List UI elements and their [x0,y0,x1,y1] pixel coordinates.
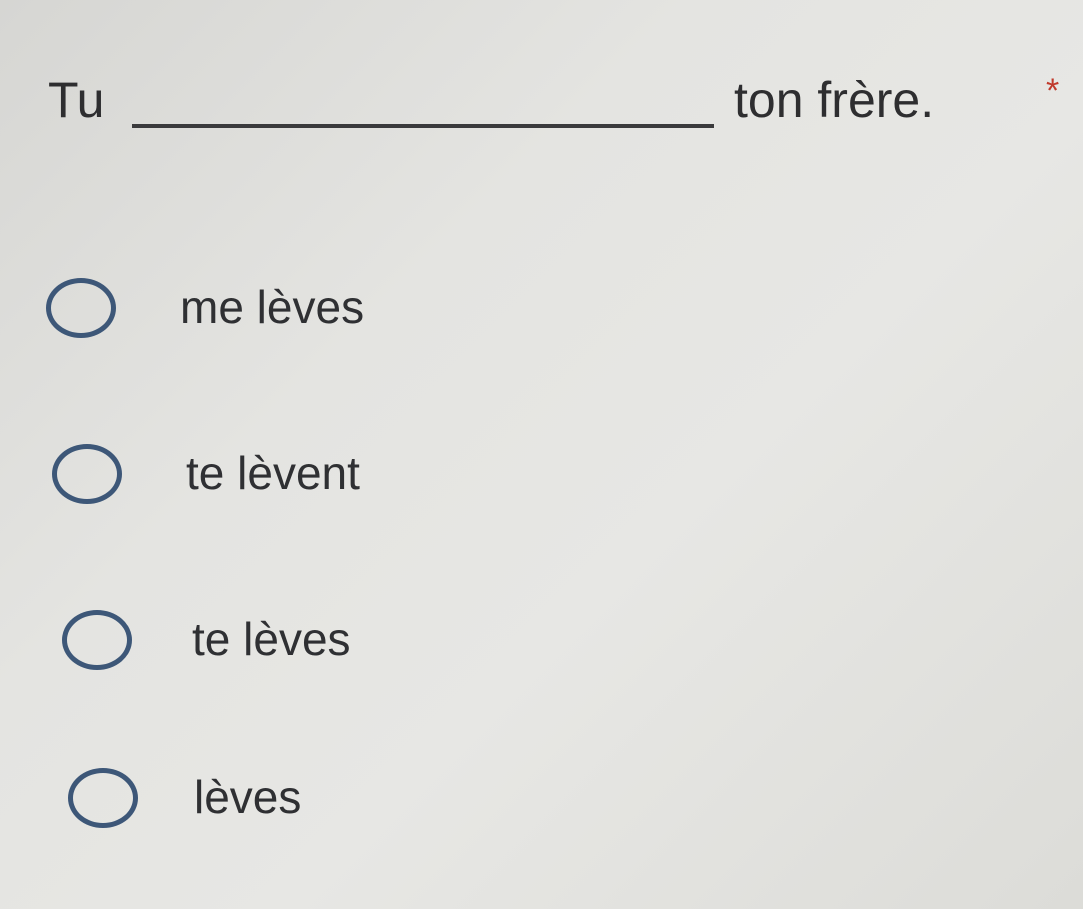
option-te-levent[interactable]: te lèvent [52,438,652,518]
answer-options: me lèves te lèvent te lèves lèves [0,0,1083,909]
option-leves[interactable]: lèves [68,762,668,842]
radio-button[interactable] [52,444,122,504]
option-label: lèves [194,771,302,823]
option-me-leves[interactable]: me lèves [46,272,646,352]
option-label: me lèves [180,281,365,333]
radio-button[interactable] [46,278,116,338]
option-label: te lèves [192,613,351,665]
option-te-leves[interactable]: te lèves [62,604,662,684]
radio-button[interactable] [62,610,132,670]
option-label: te lèvent [186,447,360,499]
radio-button[interactable] [68,768,138,828]
